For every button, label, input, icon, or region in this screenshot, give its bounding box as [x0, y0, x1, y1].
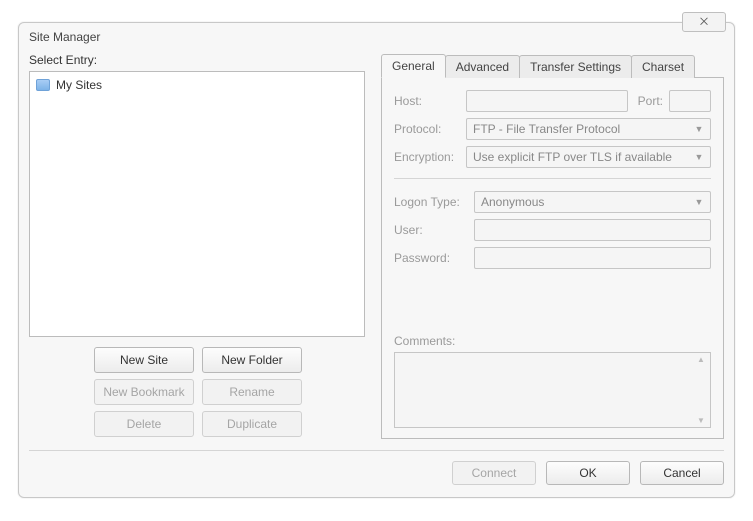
protocol-value: FTP - File Transfer Protocol	[473, 122, 620, 136]
site-tree[interactable]: My Sites	[29, 71, 365, 337]
encryption-select[interactable]: Use explicit FTP over TLS if available ▼	[466, 146, 711, 168]
row-host: Host: Port:	[394, 90, 711, 112]
row-user: User:	[394, 219, 711, 241]
entry-button-grid: New Site New Folder New Bookmark Rename …	[29, 347, 367, 437]
dialog-footer: Connect OK Cancel	[29, 450, 724, 485]
host-label: Host:	[394, 94, 466, 108]
comments-textarea[interactable]: ▲ ▼	[394, 352, 711, 428]
tree-item-my-sites[interactable]: My Sites	[36, 76, 358, 94]
close-icon: ⨉	[700, 17, 708, 28]
password-input[interactable]	[474, 247, 711, 269]
connect-button[interactable]: Connect	[452, 461, 536, 485]
encryption-value: Use explicit FTP over TLS if available	[473, 150, 672, 164]
row-logon-type: Logon Type: Anonymous ▼	[394, 191, 711, 213]
host-input[interactable]	[466, 90, 628, 112]
tab-content-general: Host: Port: Protocol: FTP - File Transfe…	[381, 77, 724, 439]
folder-icon	[36, 79, 50, 91]
logon-type-select[interactable]: Anonymous ▼	[474, 191, 711, 213]
titlebar: Site Manager ⨉	[19, 23, 734, 51]
tab-advanced[interactable]: Advanced	[445, 55, 520, 78]
row-protocol: Protocol: FTP - File Transfer Protocol ▼	[394, 118, 711, 140]
rename-button[interactable]: Rename	[202, 379, 302, 405]
chevron-down-icon: ▼	[692, 124, 706, 134]
tree-item-label: My Sites	[56, 78, 102, 92]
logon-type-value: Anonymous	[481, 195, 544, 209]
new-site-button[interactable]: New Site	[94, 347, 194, 373]
chevron-up-icon: ▲	[697, 355, 705, 364]
new-bookmark-button[interactable]: New Bookmark	[94, 379, 194, 405]
site-manager-window: Site Manager ⨉ Select Entry: My Sites Ne…	[18, 22, 735, 498]
left-panel: Select Entry: My Sites New Site New Fold…	[29, 53, 367, 437]
row-password: Password:	[394, 247, 711, 269]
select-entry-label: Select Entry:	[29, 53, 367, 67]
close-button[interactable]: ⨉	[682, 12, 726, 32]
tab-transfer-settings[interactable]: Transfer Settings	[519, 55, 632, 78]
delete-button[interactable]: Delete	[94, 411, 194, 437]
scrollbar[interactable]: ▲ ▼	[694, 355, 708, 425]
user-input[interactable]	[474, 219, 711, 241]
chevron-down-icon: ▼	[692, 197, 706, 207]
ok-button[interactable]: OK	[546, 461, 630, 485]
encryption-label: Encryption:	[394, 150, 466, 164]
protocol-select[interactable]: FTP - File Transfer Protocol ▼	[466, 118, 711, 140]
chevron-down-icon: ▼	[697, 416, 705, 425]
right-panel: General Advanced Transfer Settings Chars…	[381, 53, 724, 447]
separator	[394, 178, 711, 179]
cancel-button[interactable]: Cancel	[640, 461, 724, 485]
logon-type-label: Logon Type:	[394, 195, 474, 209]
port-label: Port:	[638, 94, 663, 108]
body-area: Select Entry: My Sites New Site New Fold…	[29, 53, 724, 447]
duplicate-button[interactable]: Duplicate	[202, 411, 302, 437]
comments-label: Comments:	[394, 334, 711, 348]
chevron-down-icon: ▼	[692, 152, 706, 162]
password-label: Password:	[394, 251, 474, 265]
port-input[interactable]	[669, 90, 711, 112]
window-title: Site Manager	[29, 30, 100, 44]
tab-strip: General Advanced Transfer Settings Chars…	[381, 53, 724, 77]
row-encryption: Encryption: Use explicit FTP over TLS if…	[394, 146, 711, 168]
user-label: User:	[394, 223, 474, 237]
new-folder-button[interactable]: New Folder	[202, 347, 302, 373]
tab-charset[interactable]: Charset	[631, 55, 695, 78]
protocol-label: Protocol:	[394, 122, 466, 136]
tab-general[interactable]: General	[381, 54, 446, 78]
comments-area: Comments: ▲ ▼	[394, 334, 711, 428]
